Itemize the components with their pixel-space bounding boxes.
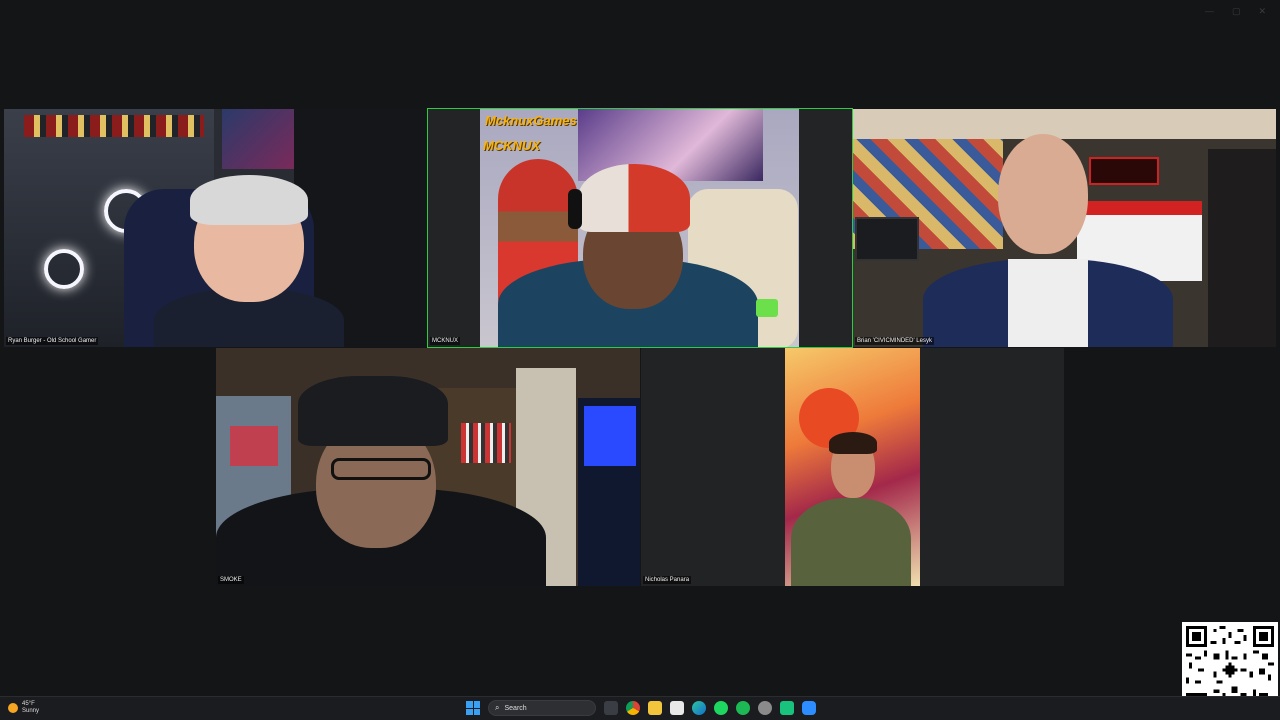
letterbox-right <box>799 109 852 347</box>
search-icon: ⌕ <box>495 703 500 712</box>
tron-screen <box>584 406 636 466</box>
books <box>461 423 511 463</box>
minimize-icon[interactable]: — <box>1205 6 1214 17</box>
app-icon[interactable] <box>780 701 794 715</box>
spotify-alt-icon[interactable] <box>736 701 750 715</box>
participant-name: Ryan Burger - Old School Gamer <box>6 337 99 345</box>
video-tile-ryan[interactable]: Ryan Burger - Old School Gamer <box>4 109 427 347</box>
task-view-icon[interactable] <box>604 701 618 715</box>
video-tile-mcknux[interactable]: McknuxGames MCKNUX MCKNUX <box>427 108 853 348</box>
tshirt <box>1008 259 1088 347</box>
close-icon[interactable]: ✕ <box>1258 6 1266 17</box>
monitor <box>855 217 919 261</box>
person-head <box>998 134 1088 254</box>
participant-name: Brian 'CIVICMINDED' Lesyk <box>855 337 934 345</box>
video-tile-brian[interactable]: Brian 'CIVICMINDED' Lesyk <box>853 109 1276 347</box>
person-hair <box>190 175 308 225</box>
sun-icon <box>8 703 18 713</box>
weather-widget[interactable]: 45°F Sunny <box>8 701 39 715</box>
channel-title-overlay: McknuxGames <box>485 113 577 128</box>
glasses-icon <box>331 458 431 480</box>
collectibles-row <box>24 115 204 137</box>
spotify-icon[interactable] <box>714 701 728 715</box>
windows-start-icon[interactable] <box>466 701 480 715</box>
letterbox-right <box>920 348 1064 586</box>
ceiling <box>853 109 1276 139</box>
window-controls: — ▢ ✕ <box>1205 6 1266 17</box>
video-tile-smoke[interactable]: SMOKE <box>216 348 640 586</box>
search-label: Search <box>504 704 527 712</box>
poster <box>222 109 294 169</box>
edge-icon[interactable] <box>692 701 706 715</box>
video-tile-nicholas[interactable]: Nicholas Panara <box>641 348 1064 586</box>
chrome-icon[interactable] <box>626 701 640 715</box>
weather-temperature: 45°F <box>22 701 35 707</box>
participant-name: SMOKE <box>218 576 244 584</box>
arcade-sign <box>1089 157 1159 185</box>
arcade-screen <box>230 426 278 466</box>
taskbar-center: ⌕ Search <box>466 700 816 716</box>
store-icon[interactable] <box>670 701 684 715</box>
zoom-icon[interactable] <box>802 701 816 715</box>
participant-name: Nicholas Panara <box>643 576 692 584</box>
hat <box>298 376 448 446</box>
file-explorer-icon[interactable] <box>648 701 662 715</box>
weather-condition: Sunny <box>22 708 40 714</box>
headphones-icon <box>568 189 582 229</box>
dark-cabinet <box>1208 149 1276 347</box>
knit-hat <box>578 164 690 232</box>
taskbar-search[interactable]: ⌕ Search <box>488 700 596 716</box>
person-hair <box>829 432 877 454</box>
glow-object <box>756 299 778 317</box>
taskbar: 45°F Sunny ⌕ Search <box>0 696 1280 720</box>
letterbox-left <box>428 109 480 347</box>
channel-name-overlay: MCKNUX <box>483 138 541 153</box>
person-body <box>791 498 911 586</box>
settings-icon[interactable] <box>758 701 772 715</box>
ring-light <box>44 249 84 289</box>
maximize-icon[interactable]: ▢ <box>1232 6 1241 17</box>
letterbox-left <box>641 348 785 586</box>
participant-name: MCKNUX <box>430 337 461 345</box>
